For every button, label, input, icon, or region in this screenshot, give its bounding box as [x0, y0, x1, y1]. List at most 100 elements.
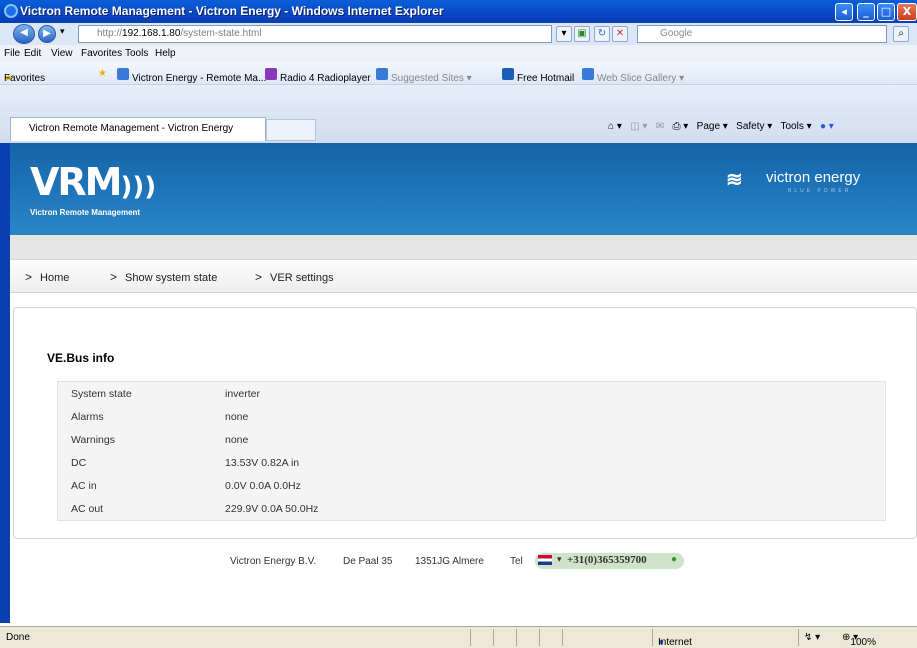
dropdown-icon[interactable]: ▾	[557, 554, 562, 565]
close-button[interactable]: X	[897, 3, 917, 21]
menu-view[interactable]: View	[51, 48, 73, 59]
row-label: DC	[71, 457, 87, 469]
phone-widget[interactable]: ▾ +31(0)365359700 ●	[535, 553, 684, 569]
mail-icon[interactable]: ✉	[656, 121, 664, 132]
safety-menu[interactable]: Safety ▾	[736, 121, 772, 132]
window-title: Victron Remote Management - Victron Ener…	[20, 4, 444, 18]
footer-company: Victron Energy B.V.	[230, 556, 317, 567]
flag-nl-icon	[538, 555, 552, 565]
footer-street: De Paal 35	[343, 556, 393, 567]
table-row: AC out 229.9V 0.0A 50.0Hz	[58, 497, 885, 520]
row-label: AC in	[71, 480, 97, 492]
status-text: Done	[6, 632, 30, 643]
divider	[470, 629, 471, 646]
divider	[562, 629, 563, 646]
divider	[652, 629, 653, 646]
new-tab-button[interactable]	[266, 119, 316, 141]
row-value: inverter	[225, 388, 261, 400]
chevron-right-icon: >	[25, 270, 33, 284]
site-footer: Victron Energy B.V. De Paal 35 1351JG Al…	[10, 553, 917, 573]
minimize-button[interactable]: _	[857, 3, 875, 21]
table-row: AC in 0.0V 0.0A 0.0Hz	[58, 474, 885, 497]
compat-view-icon[interactable]: ▣	[574, 26, 590, 42]
window-titlebar: Victron Remote Management - Victron Ener…	[0, 0, 917, 23]
row-value: none	[225, 434, 249, 446]
tools-menu[interactable]: Tools ▾	[780, 121, 811, 132]
fav-link-hotmail[interactable]: Free Hotmail	[502, 68, 574, 84]
ie-page-icon	[376, 68, 388, 80]
fav-label: Victron Energy - Remote Ma...	[132, 73, 267, 84]
favorites-label: Favorites	[4, 73, 46, 84]
tab-row: Victron Remote Management - Victron Ener…	[0, 85, 917, 143]
back-button[interactable]: ◀	[13, 24, 35, 44]
refresh-icon[interactable]: ↻	[594, 26, 610, 42]
maximize-button[interactable]: □	[877, 3, 895, 21]
row-label: Warnings	[71, 434, 115, 446]
protected-mode-icon[interactable]: ↯ ▾	[804, 632, 820, 643]
page-menu[interactable]: Page ▾	[697, 121, 728, 132]
search-icon[interactable]: ⌕	[893, 26, 909, 42]
site-banner: VRM))) Victron Remote Management ≋ victr…	[10, 143, 917, 235]
fav-link-suggested[interactable]: Suggested Sites ▾	[376, 68, 472, 84]
zoom-control[interactable]: ⊕ 100% ▾	[842, 632, 876, 648]
menu-edit[interactable]: Edit	[24, 48, 41, 59]
forward-button[interactable]: ▶	[38, 25, 56, 43]
divider	[539, 629, 540, 646]
menu-favorites[interactable]: Favorites	[81, 48, 122, 59]
address-path: /system-state.html	[180, 28, 262, 39]
tab-title: Victron Remote Management - Victron Ener…	[29, 123, 234, 134]
footer-phone[interactable]: +31(0)365359700	[567, 554, 647, 566]
nav-ver-settings[interactable]: > VER settings	[255, 270, 334, 284]
nav-label: Home	[40, 272, 70, 284]
nav-home[interactable]: > Home	[25, 270, 69, 284]
page-viewport: VRM))) Victron Remote Management ≋ victr…	[10, 143, 917, 623]
ie-page-icon	[582, 68, 594, 80]
help-icon[interactable]: ● ▾	[820, 121, 834, 132]
tab-active[interactable]: Victron Remote Management - Victron Ener…	[10, 117, 266, 141]
stop-icon[interactable]: ✕	[612, 26, 628, 42]
site-nav: > Home > Show system state > VER settings	[10, 259, 917, 293]
fav-link-victron[interactable]: Victron Energy - Remote Ma...	[117, 68, 266, 84]
recent-pages-icon[interactable]: ▾	[60, 27, 65, 37]
dropdown-icon[interactable]: ▾	[556, 26, 572, 42]
fav-label: Web Slice Gallery ▾	[597, 73, 685, 84]
section-title: VE.Bus info	[47, 351, 115, 365]
chevron-right-icon: >	[110, 270, 118, 284]
logo-subtitle: Victron Remote Management	[30, 208, 141, 217]
table-row: System state inverter	[58, 382, 885, 405]
menu-file[interactable]: File	[4, 48, 20, 59]
address-toolbar: ◀ ▶ ▾ http://192.168.1.80/system-state.h…	[0, 23, 917, 45]
print-icon[interactable]: ⎙ ▾	[673, 121, 689, 132]
row-label: Alarms	[71, 411, 104, 423]
row-value: 13.53V 0.82A in	[225, 457, 300, 469]
back-nav-icon[interactable]: ◂	[835, 3, 853, 21]
add-favorite-icon[interactable]: ★	[98, 68, 107, 79]
home-icon[interactable]: ⌂ ▾	[608, 121, 622, 132]
brand-tagline: BLUE POWER	[788, 188, 852, 194]
feeds-icon[interactable]: ◫ ▾	[630, 121, 647, 132]
fav-link-webslice[interactable]: Web Slice Gallery ▾	[582, 68, 684, 84]
nav-label: Show system state	[125, 272, 218, 284]
table-row: DC 13.53V 0.82A in	[58, 451, 885, 474]
fav-link-radio4[interactable]: Radio 4 Radioplayer	[265, 68, 371, 84]
menu-tools[interactable]: Tools	[125, 48, 148, 59]
address-bar[interactable]: http://192.168.1.80/system-state.html	[78, 25, 552, 43]
nav-system-state[interactable]: > Show system state	[110, 270, 217, 284]
hotmail-icon	[502, 68, 514, 80]
call-icon[interactable]: ●	[671, 554, 677, 565]
vrm-logo[interactable]: VRM))) Victron Remote Management	[30, 163, 156, 217]
fav-label: Free Hotmail	[517, 73, 575, 84]
search-input[interactable]: Google	[637, 25, 887, 43]
radio-icon	[265, 68, 277, 80]
nav-label: VER settings	[270, 272, 334, 284]
chevron-right-icon: >	[255, 270, 263, 284]
ie-page-icon	[117, 68, 129, 80]
info-table: System state inverter Alarms none Warnings…	[57, 381, 886, 521]
zone-label: Internet	[658, 637, 692, 648]
footer-city: 1351JG Almere	[415, 556, 484, 567]
victron-wave-icon: ≋	[726, 169, 743, 191]
divider	[516, 629, 517, 646]
footer-tel-label: Tel	[510, 556, 523, 567]
menu-help[interactable]: Help	[155, 48, 176, 59]
status-bar: Done ● Internet ↯ ▾ ⊕ 100% ▾	[0, 626, 917, 648]
